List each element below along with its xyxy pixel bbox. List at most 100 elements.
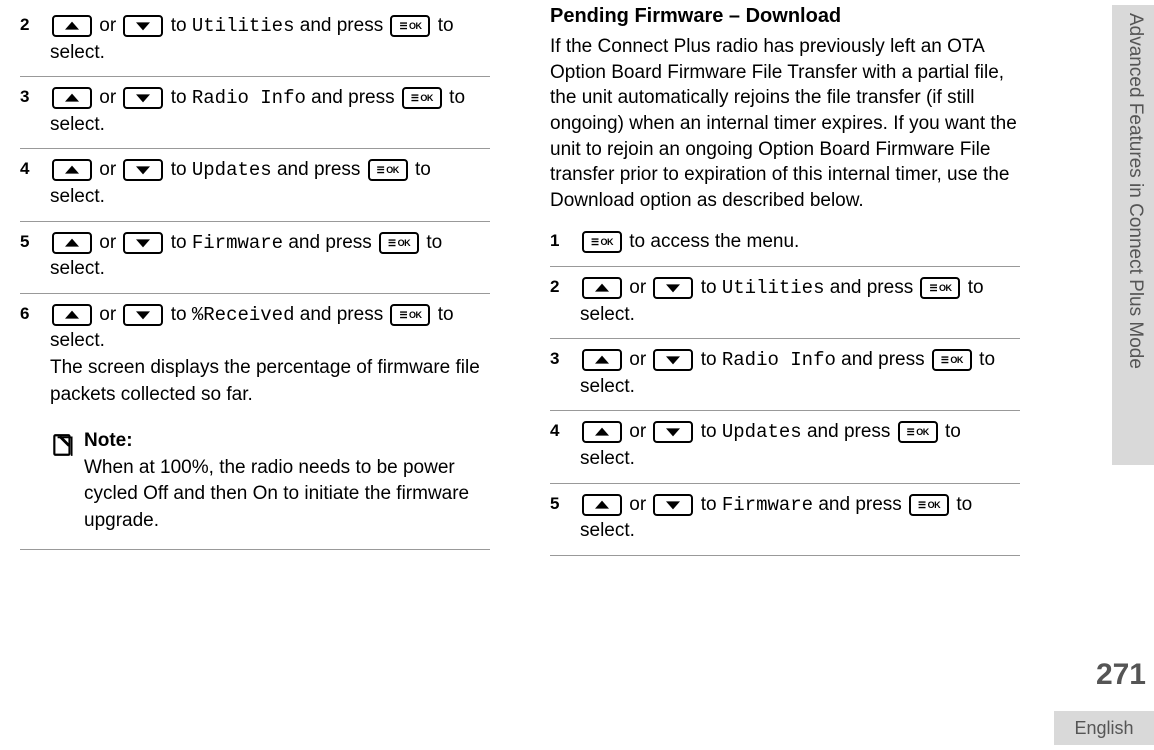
to-label: to (165, 87, 191, 108)
note-text: When at 100%, the radio needs to be powe… (84, 455, 490, 535)
ok-button-icon (932, 349, 972, 371)
or-label: or (624, 494, 651, 515)
step-number: 4 (20, 157, 50, 179)
or-label: or (94, 159, 121, 180)
step-number: 1 (550, 229, 580, 251)
step-number: 4 (550, 419, 580, 441)
ok-button-icon (368, 159, 408, 181)
right-step-4: 4 or to Updates and press to select. (550, 411, 1020, 483)
to-label: to (165, 232, 191, 253)
right-step-3: 3 or to Radio Info and press to select. (550, 339, 1020, 411)
to-label: to (695, 421, 721, 442)
up-button-icon (52, 232, 92, 254)
step-extra-text: The screen displays the percentage of fi… (50, 355, 490, 408)
up-button-icon (52, 87, 92, 109)
or-label: or (624, 277, 651, 298)
page-number: 271 (1096, 658, 1146, 692)
menu-target: Firmware (192, 232, 283, 254)
or-label: or (94, 87, 121, 108)
ok-button-icon (402, 87, 442, 109)
andpress-label: and press (306, 87, 400, 108)
step-body: or to Firmware and press to select. (50, 230, 490, 283)
andpress-label: and press (836, 349, 930, 370)
to-label: to (165, 159, 191, 180)
up-button-icon (582, 421, 622, 443)
left-step-5: 5 or to Firmware and press to select. (20, 222, 490, 294)
menu-target: Utilities (192, 15, 295, 37)
or-label: or (94, 15, 121, 36)
right-column: Pending Firmware – Download If the Conne… (550, 5, 1040, 700)
down-button-icon (123, 87, 163, 109)
to-label: to (165, 15, 191, 36)
step-number: 5 (20, 230, 50, 252)
or-label: or (624, 349, 651, 370)
note-body: Note: When at 100%, the radio needs to b… (84, 428, 490, 534)
to-label: to (695, 277, 721, 298)
note-block: Note: When at 100%, the radio needs to b… (20, 418, 490, 549)
left-step-3: 3 or to Radio Info and press to select. (20, 77, 490, 149)
language-label: English (1054, 711, 1154, 745)
to-label: to (165, 304, 191, 325)
up-button-icon (52, 159, 92, 181)
ok-button-icon (390, 15, 430, 37)
or-label: or (624, 421, 651, 442)
up-button-icon (582, 349, 622, 371)
step-number: 6 (20, 302, 50, 324)
step-body: or to Firmware and press to select. (580, 492, 1020, 545)
up-button-icon (52, 15, 92, 37)
up-button-icon (582, 277, 622, 299)
right-step-2: 2 or to Utilities and press to select. (550, 267, 1020, 339)
ok-button-icon (898, 421, 938, 443)
menu-target: Radio Info (192, 87, 306, 109)
down-button-icon (653, 421, 693, 443)
step-number: 3 (550, 347, 580, 369)
menu-target: Updates (192, 159, 272, 181)
andpress-label: and press (802, 421, 896, 442)
ok-button-icon (379, 232, 419, 254)
ok-button-icon (390, 304, 430, 326)
down-button-icon (123, 304, 163, 326)
to-label: to (695, 494, 721, 515)
down-button-icon (123, 159, 163, 181)
ok-button-icon (909, 494, 949, 516)
menu-target: Radio Info (722, 349, 836, 371)
step-body: or to Radio Info and press to select. (580, 347, 1020, 400)
right-step-5: 5 or to Firmware and press to select. (550, 484, 1020, 556)
section-title: Pending Firmware – Download (550, 5, 1020, 34)
down-button-icon (123, 15, 163, 37)
step-number: 2 (20, 13, 50, 35)
andpress-label: and press (294, 304, 388, 325)
step-number: 5 (550, 492, 580, 514)
note-icon (50, 428, 84, 534)
step-body: or to Radio Info and press to select. (50, 85, 490, 138)
andpress-label: and press (824, 277, 918, 298)
note-title: Note: (84, 428, 490, 455)
to-label: to (695, 349, 721, 370)
step-body: or to Utilities and press to select. (580, 275, 1020, 328)
step-body: to access the menu. (580, 229, 1020, 256)
ok-button-icon (920, 277, 960, 299)
andpress-label: and press (283, 232, 377, 253)
left-column: 2 or to Utilities and press to select. 3… (20, 5, 510, 700)
step-body: or to %Received and press to select. The… (50, 302, 490, 408)
right-step-1: 1 to access the menu. (550, 221, 1020, 267)
menu-target: Firmware (722, 494, 813, 516)
step-body: or to Updates and press to select. (50, 157, 490, 210)
down-button-icon (123, 232, 163, 254)
step1-body-text: to access the menu. (629, 231, 799, 252)
andpress-label: and press (294, 15, 388, 36)
andpress-label: and press (813, 494, 907, 515)
section-paragraph: If the Connect Plus radio has previously… (550, 34, 1020, 221)
left-step-6: 6 or to %Received and press to select. T… (20, 294, 490, 418)
andpress-label: and press (272, 159, 366, 180)
left-step-2: 2 or to Utilities and press to select. (20, 5, 490, 77)
menu-target: %Received (192, 304, 295, 326)
or-label: or (94, 232, 121, 253)
down-button-icon (653, 349, 693, 371)
step-number: 3 (20, 85, 50, 107)
or-label: or (94, 304, 121, 325)
ok-button-icon (582, 231, 622, 253)
menu-target: Utilities (722, 277, 825, 299)
down-button-icon (653, 277, 693, 299)
step-body: or to Utilities and press to select. (50, 13, 490, 66)
